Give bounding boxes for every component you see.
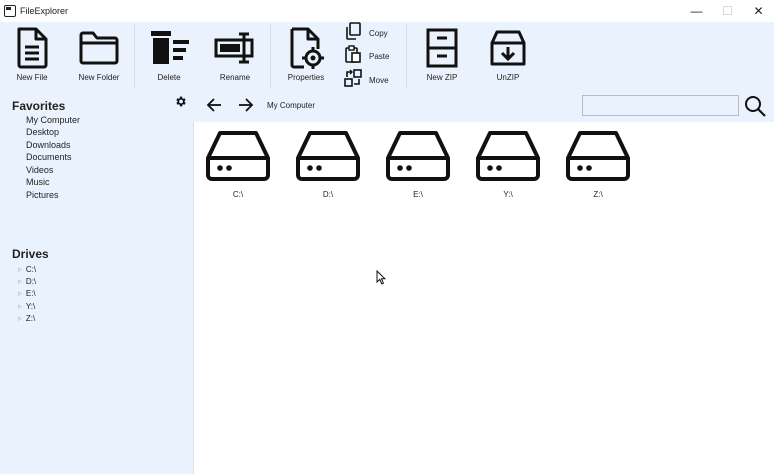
- search-icon[interactable]: [744, 95, 766, 122]
- ribbon-toolbar: New File New Folder Delete Rename Proper…: [0, 21, 774, 92]
- hard-drive-icon: [566, 131, 630, 181]
- hard-drive-icon: [476, 131, 540, 181]
- sidebar-drive-e[interactable]: ▷ E:\: [18, 289, 36, 298]
- hard-drive-icon: [206, 131, 270, 181]
- paste-label: Paste: [369, 51, 390, 61]
- unzip-label: UnZIP: [496, 73, 520, 82]
- folder-icon: [78, 26, 120, 70]
- delete-button[interactable]: Delete: [146, 22, 192, 90]
- favorite-music[interactable]: Music: [26, 177, 50, 187]
- drive-label: Y:\: [25, 302, 36, 311]
- drive-tile-y[interactable]: Y:\: [475, 130, 541, 199]
- ribbon-separator: [134, 24, 135, 88]
- favorite-pictures[interactable]: Pictures: [26, 190, 59, 200]
- drive-label: Z:\: [25, 314, 36, 323]
- new-zip-button[interactable]: New ZIP: [420, 22, 464, 90]
- expand-icon[interactable]: ▷: [18, 316, 22, 322]
- favorite-videos[interactable]: Videos: [26, 165, 53, 175]
- expand-icon[interactable]: ▷: [18, 279, 22, 285]
- ribbon-separator: [406, 24, 407, 88]
- delete-label: Delete: [157, 73, 181, 82]
- current-path: My Computer: [267, 101, 316, 110]
- drive-label: E:\: [25, 289, 36, 298]
- archive-icon: [425, 26, 459, 70]
- favorite-documents[interactable]: Documents: [26, 152, 72, 162]
- mouse-cursor-icon: [376, 269, 387, 290]
- copy-icon: [344, 21, 362, 45]
- drive-tile-label: D:\: [322, 190, 334, 199]
- drive-label: C:\: [25, 265, 37, 274]
- sidebar-drive-z[interactable]: ▷ Z:\: [18, 314, 35, 323]
- sidebar-drive-c[interactable]: ▷ C:\: [18, 265, 36, 274]
- search-input[interactable]: [582, 95, 739, 116]
- window-title: FileExplorer: [20, 6, 69, 16]
- paste-icon: [344, 44, 362, 68]
- trash-icon: [147, 26, 191, 70]
- title-bar: FileExplorer — ☐ ✕: [0, 0, 774, 22]
- paste-button[interactable]: Paste: [344, 44, 390, 68]
- gear-icon[interactable]: [174, 95, 187, 113]
- properties-label: Properties: [287, 73, 325, 82]
- navigation-bar: My Computer: [193, 90, 774, 122]
- move-icon: [344, 68, 362, 92]
- sidebar: Favorites My Computer Desktop Downloads …: [0, 90, 193, 474]
- favorite-downloads[interactable]: Downloads: [26, 140, 71, 150]
- maximize-button[interactable]: ☐: [712, 0, 743, 22]
- move-button[interactable]: Move: [344, 68, 389, 92]
- window-controls: — ☐ ✕: [681, 0, 774, 22]
- properties-button[interactable]: Properties: [284, 22, 328, 90]
- arrow-right-icon[interactable]: [238, 98, 254, 117]
- new-folder-label: New Folder: [78, 73, 120, 82]
- drive-tile-label: Z:\: [593, 190, 603, 199]
- move-label: Move: [369, 75, 389, 85]
- drive-tile-d[interactable]: D:\: [295, 130, 361, 199]
- ribbon-separator: [270, 24, 271, 88]
- favorites-heading: Favorites: [12, 99, 66, 113]
- drive-tile-c[interactable]: C:\: [205, 130, 271, 199]
- document-gear-icon: [288, 26, 324, 70]
- document-icon: [15, 26, 49, 70]
- new-file-button[interactable]: New File: [12, 22, 52, 90]
- copy-button[interactable]: Copy: [344, 21, 388, 45]
- unzip-button[interactable]: UnZIP: [486, 22, 530, 90]
- new-zip-label: New ZIP: [426, 73, 458, 82]
- drives-heading: Drives: [12, 247, 49, 261]
- expand-icon[interactable]: ▷: [18, 267, 22, 273]
- app-icon: [4, 5, 16, 17]
- drive-tile-z[interactable]: Z:\: [565, 130, 631, 199]
- new-folder-button[interactable]: New Folder: [76, 22, 122, 90]
- arrow-left-icon[interactable]: [206, 98, 222, 117]
- drive-tile-label: Y:\: [503, 190, 513, 199]
- hard-drive-icon: [386, 131, 450, 181]
- rename-button[interactable]: Rename: [212, 22, 258, 90]
- favorite-desktop[interactable]: Desktop: [26, 127, 59, 137]
- drive-label: D:\: [25, 277, 37, 286]
- content-area: C:\ D:\ E:\ Y:\ Z:\: [193, 122, 774, 474]
- hard-drive-icon: [296, 131, 360, 181]
- expand-icon[interactable]: ▷: [18, 304, 22, 310]
- drive-tile-label: E:\: [413, 190, 423, 199]
- close-button[interactable]: ✕: [743, 0, 774, 22]
- favorite-my-computer[interactable]: My Computer: [26, 115, 80, 125]
- copy-label: Copy: [369, 28, 388, 38]
- sidebar-drive-y[interactable]: ▷ Y:\: [18, 302, 35, 311]
- drive-tile-label: C:\: [232, 190, 244, 199]
- rename-icon: [213, 26, 257, 70]
- expand-icon[interactable]: ▷: [18, 291, 22, 297]
- archive-download-icon: [489, 26, 527, 70]
- sidebar-drive-d[interactable]: ▷ D:\: [18, 277, 36, 286]
- drive-tile-e[interactable]: E:\: [385, 130, 451, 199]
- new-file-label: New File: [16, 73, 48, 82]
- minimize-button[interactable]: —: [681, 0, 712, 22]
- rename-label: Rename: [219, 73, 251, 82]
